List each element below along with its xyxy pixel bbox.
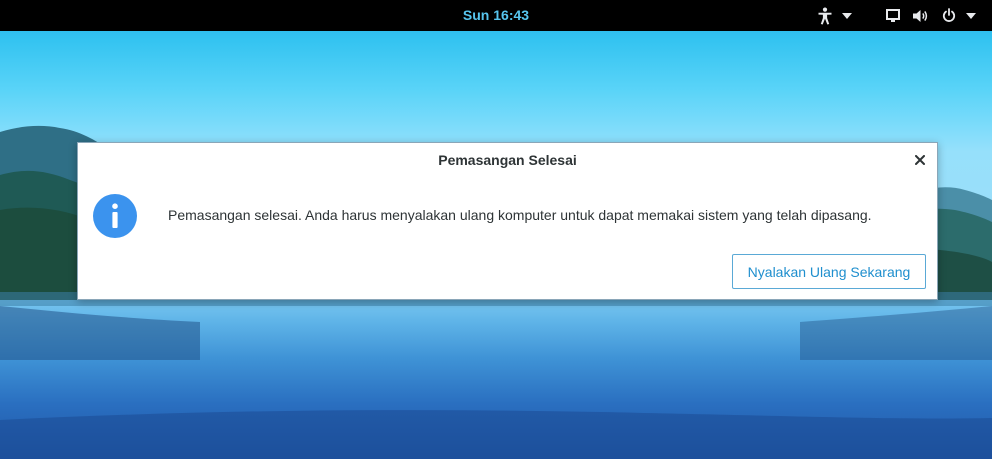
system-menu-chevron-down-icon[interactable] — [964, 0, 978, 31]
accessibility-icon[interactable] — [815, 0, 835, 31]
screen-icon[interactable] — [884, 0, 902, 31]
restart-now-button[interactable]: Nyalakan Ulang Sekarang — [732, 254, 926, 289]
clock-label[interactable]: Sun 16:43 — [463, 7, 529, 23]
close-icon — [915, 155, 925, 165]
dialog-title: Pemasangan Selesai — [438, 152, 577, 168]
info-icon — [93, 194, 137, 238]
top-bar: Sun 16:43 — [0, 0, 992, 31]
installation-complete-dialog: Pemasangan Selesai Pemasangan selesai. A… — [77, 142, 938, 300]
power-icon[interactable] — [940, 0, 958, 31]
dialog-message: Pemasangan selesai. Anda harus menyalaka… — [168, 207, 872, 223]
close-button[interactable] — [909, 149, 931, 171]
accessibility-menu-chevron-down-icon[interactable] — [840, 0, 854, 31]
volume-icon[interactable] — [910, 0, 930, 31]
